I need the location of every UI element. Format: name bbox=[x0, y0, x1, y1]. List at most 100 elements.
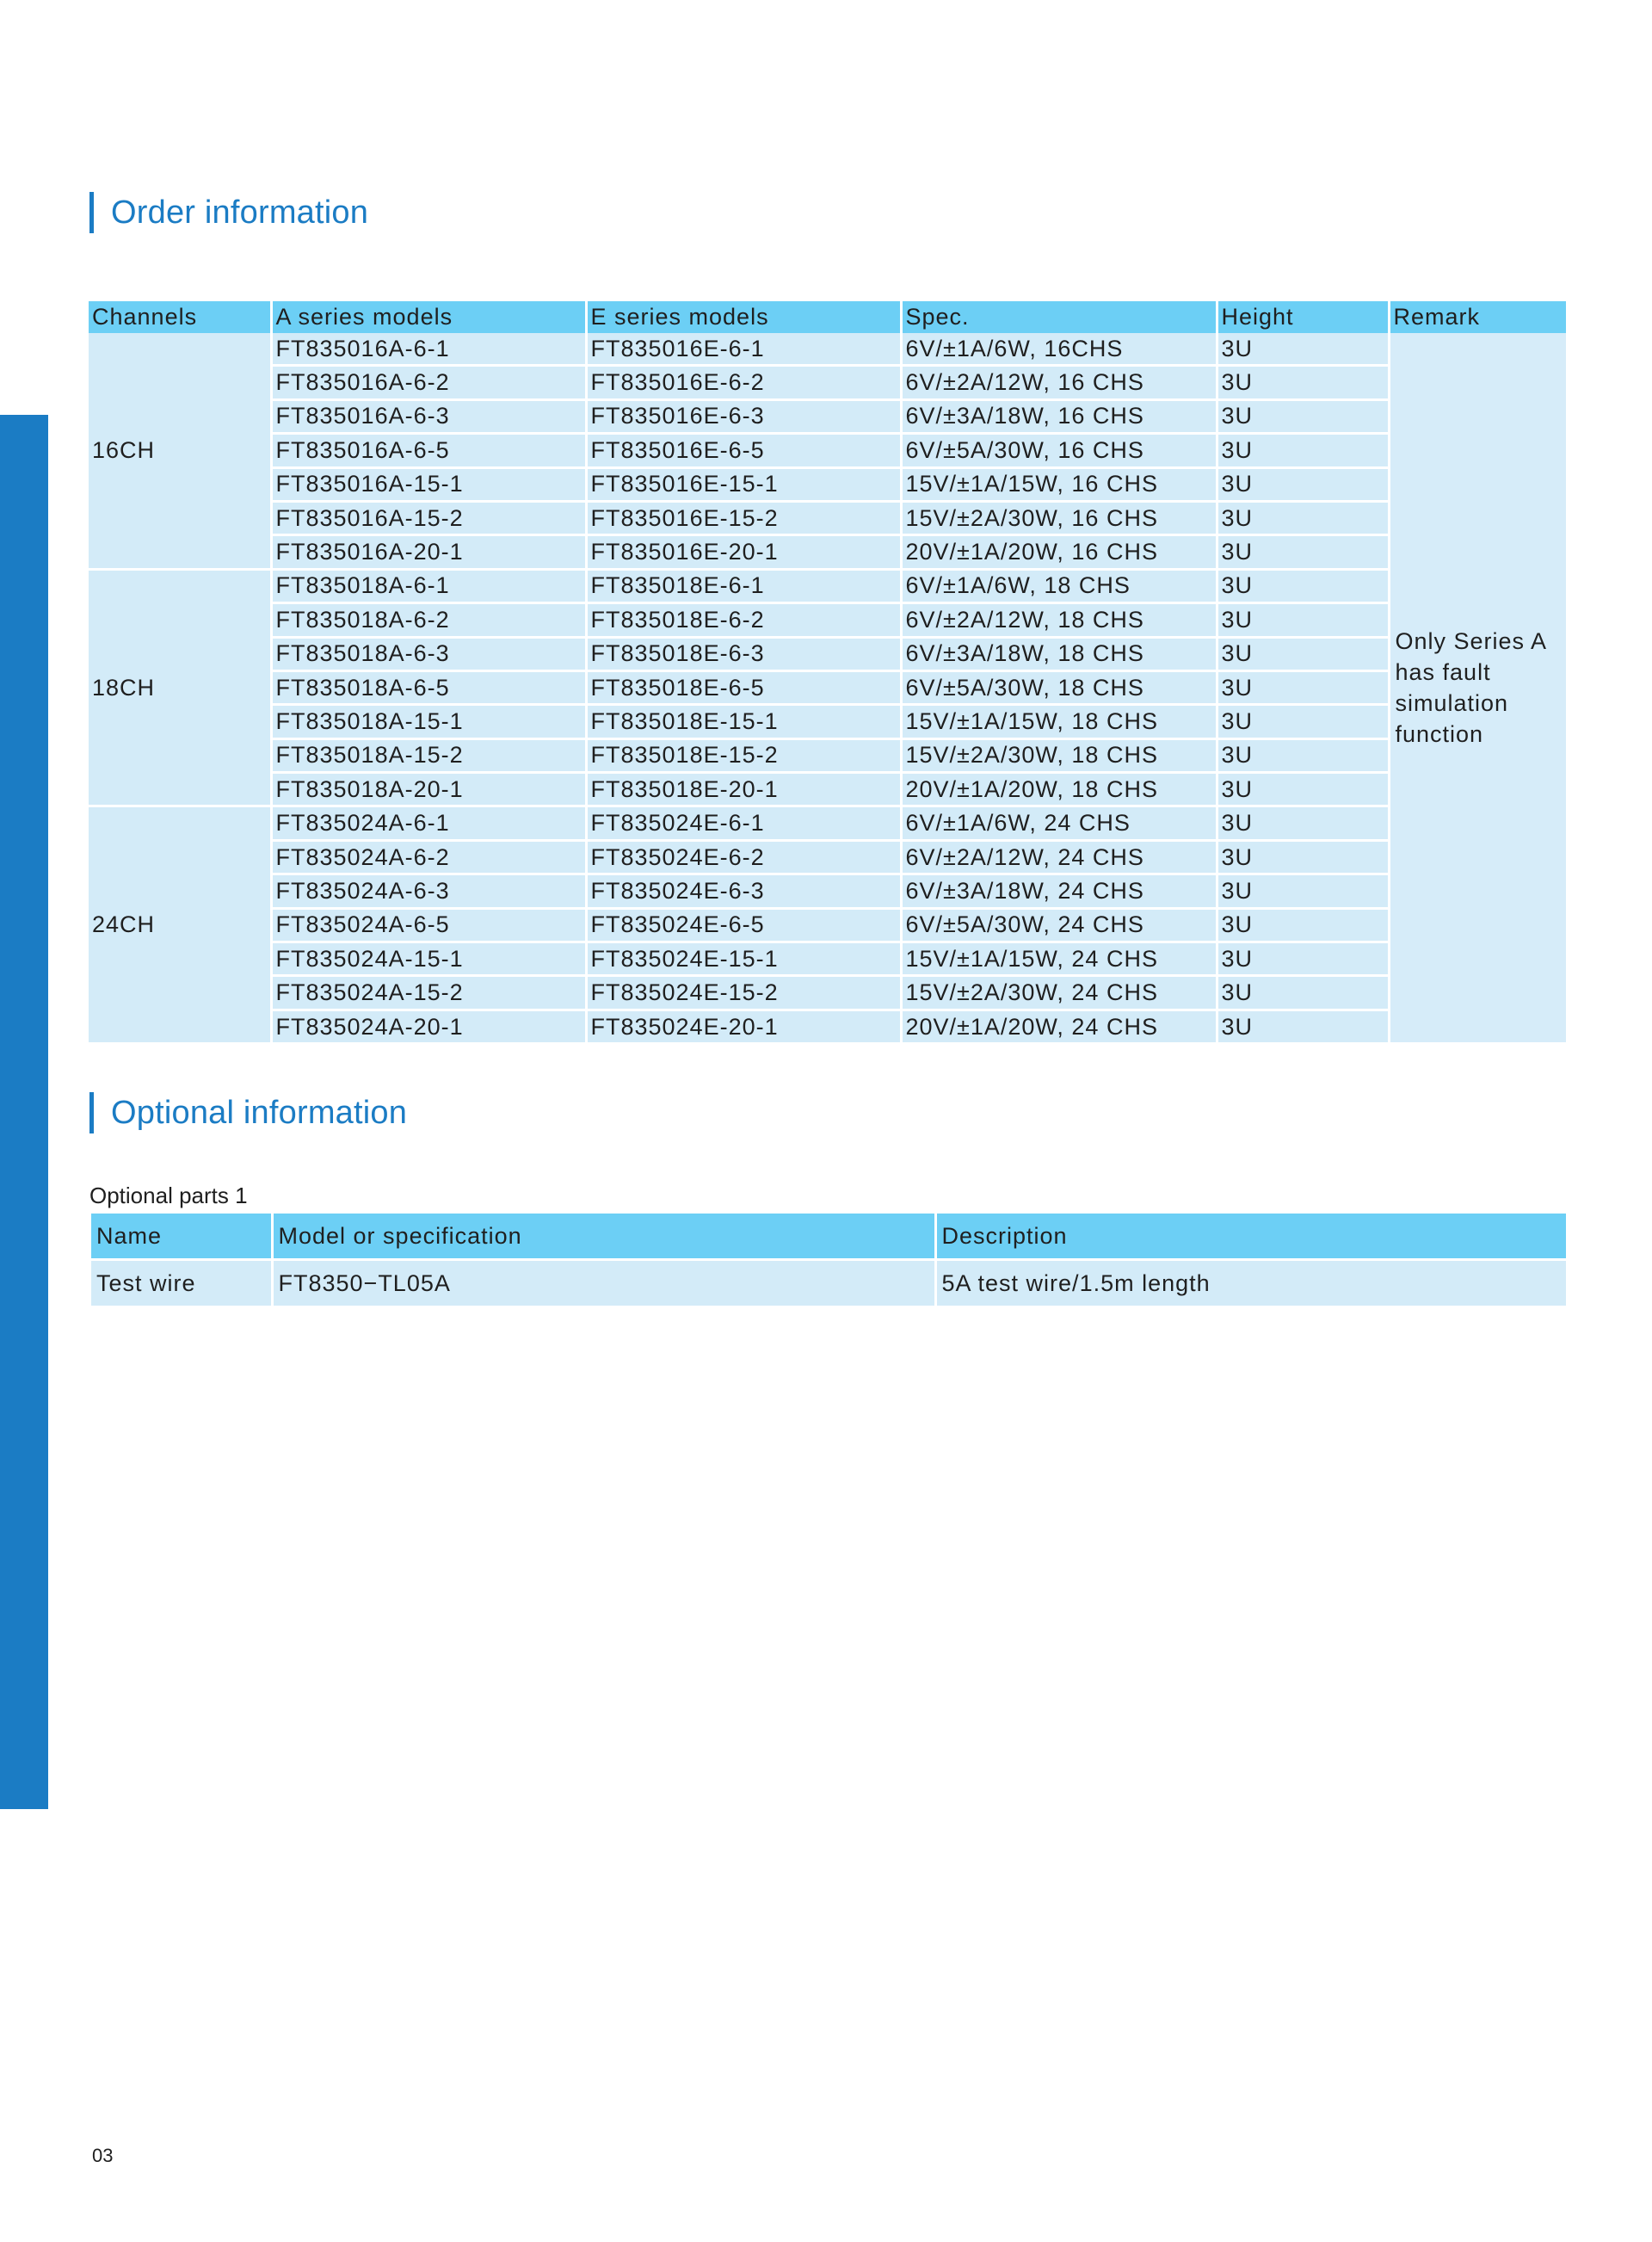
a-series-model: FT835016A-6-5 bbox=[271, 433, 588, 469]
order-section-title: Order information bbox=[111, 194, 369, 231]
e-series-model: FT835016E-6-2 bbox=[586, 365, 903, 401]
spec: 20V/±1A/20W, 24 CHS bbox=[901, 1010, 1218, 1046]
header-remark: Remark bbox=[1389, 301, 1566, 333]
a-series-model: FT835024A-6-2 bbox=[271, 840, 588, 876]
e-series-model: FT835016E-15-2 bbox=[586, 501, 903, 537]
order-section-heading: Order information bbox=[89, 191, 368, 234]
a-series-model: FT835016A-15-1 bbox=[271, 467, 588, 503]
height: 3U bbox=[1217, 637, 1390, 672]
spec: 15V/±2A/30W, 24 CHS bbox=[901, 975, 1218, 1011]
spec: 15V/±1A/15W, 24 CHS bbox=[901, 942, 1218, 978]
table-row: Test wire FT8350−TL05A 5A test wire/1.5m… bbox=[91, 1259, 1566, 1306]
heading-marker bbox=[89, 192, 94, 233]
table-row: FT835016A-6-2 FT835016E-6-2 6V/±2A/12W, 16… bbox=[89, 365, 1566, 401]
spec: 20V/±1A/20W, 16 CHS bbox=[901, 534, 1218, 571]
a-series-model: FT835018A-6-2 bbox=[271, 602, 588, 639]
order-table: Channels A series models E series models… bbox=[89, 301, 1566, 1046]
optional-parts-caption: Optional parts 1 bbox=[89, 1183, 248, 1208]
spec: 6V/±2A/12W, 16 CHS bbox=[901, 365, 1218, 401]
e-series-model: FT835024E-6-1 bbox=[586, 806, 903, 842]
channel-group-label: 24CH bbox=[89, 806, 273, 1046]
height: 3U bbox=[1217, 399, 1390, 435]
a-series-model: FT835018A-15-2 bbox=[271, 738, 588, 775]
e-series-model: FT835024E-15-2 bbox=[586, 975, 903, 1011]
e-series-model: FT835018E-6-3 bbox=[586, 637, 903, 672]
spec: 6V/±5A/30W, 16 CHS bbox=[901, 433, 1218, 469]
header-model: Model or specification bbox=[272, 1214, 937, 1261]
a-series-model: FT835018A-6-3 bbox=[271, 637, 588, 672]
e-series-model: FT835016E-15-1 bbox=[586, 467, 903, 503]
e-series-model: FT835016E-6-5 bbox=[586, 433, 903, 469]
height: 3U bbox=[1217, 704, 1390, 740]
spec: 20V/±1A/20W, 18 CHS bbox=[901, 772, 1218, 808]
table-row: FT835018A-15-1 FT835018E-15-1 15V/±1A/15W,… bbox=[89, 704, 1566, 740]
table-row: FT835024A-20-1 FT835024E-20-1 20V/±1A/20W,… bbox=[89, 1010, 1566, 1046]
table-row: FT835018A-6-3 FT835018E-6-3 6V/±3A/18W, 18… bbox=[89, 637, 1566, 672]
header-channels: Channels bbox=[89, 301, 273, 333]
a-series-model: FT835018A-6-1 bbox=[271, 569, 588, 605]
spec: 6V/±1A/6W, 24 CHS bbox=[901, 806, 1218, 842]
spec: 6V/±1A/6W, 16CHS bbox=[901, 333, 1218, 367]
height: 3U bbox=[1217, 908, 1390, 944]
table-row: FT835018A-6-2 FT835018E-6-2 6V/±2A/12W, 18… bbox=[89, 602, 1566, 639]
order-table-body: 16CH FT835016A-6-1 FT835016E-6-1 6V/±1A/6W,… bbox=[89, 333, 1566, 1046]
header-a-series: A series models bbox=[271, 301, 588, 333]
spec: 6V/±2A/12W, 24 CHS bbox=[901, 840, 1218, 876]
height: 3U bbox=[1217, 670, 1390, 707]
optional-section-heading: Optional information bbox=[89, 1091, 407, 1134]
remark-note: Only Series A has fault simulation funct… bbox=[1389, 333, 1566, 1046]
e-series-model: FT835016E-6-3 bbox=[586, 399, 903, 435]
e-series-model: FT835018E-6-2 bbox=[586, 602, 903, 639]
a-series-model: FT835024A-15-2 bbox=[271, 975, 588, 1011]
channel-group-label: 16CH bbox=[89, 333, 273, 571]
height: 3U bbox=[1217, 942, 1390, 978]
spec: 6V/±5A/30W, 24 CHS bbox=[901, 908, 1218, 944]
e-series-model: FT835024E-6-3 bbox=[586, 874, 903, 910]
height: 3U bbox=[1217, 806, 1390, 842]
a-series-model: FT835024A-20-1 bbox=[271, 1010, 588, 1046]
part-name: Test wire bbox=[91, 1259, 274, 1306]
a-series-model: FT835018A-15-1 bbox=[271, 704, 588, 740]
header-description: Description bbox=[935, 1214, 1566, 1261]
spec: 15V/±1A/15W, 16 CHS bbox=[901, 467, 1218, 503]
a-series-model: FT835024A-15-1 bbox=[271, 942, 588, 978]
header-name: Name bbox=[91, 1214, 274, 1261]
e-series-model: FT835016E-6-1 bbox=[586, 333, 903, 367]
height: 3U bbox=[1217, 534, 1390, 571]
side-accent-bar bbox=[0, 415, 48, 1809]
e-series-model: FT835024E-15-1 bbox=[586, 942, 903, 978]
header-e-series: E series models bbox=[586, 301, 903, 333]
height: 3U bbox=[1217, 874, 1390, 910]
channel-group-label: 18CH bbox=[89, 569, 273, 808]
table-row: FT835018A-6-5 FT835018E-6-5 6V/±5A/30W, 18… bbox=[89, 670, 1566, 707]
height: 3U bbox=[1217, 569, 1390, 605]
spec: 6V/±3A/18W, 24 CHS bbox=[901, 874, 1218, 910]
height: 3U bbox=[1217, 433, 1390, 469]
e-series-model: FT835024E-6-2 bbox=[586, 840, 903, 876]
spec: 6V/±5A/30W, 18 CHS bbox=[901, 670, 1218, 707]
spec: 6V/±1A/6W, 18 CHS bbox=[901, 569, 1218, 605]
spec: 6V/±2A/12W, 18 CHS bbox=[901, 602, 1218, 639]
optional-section-title: Optional information bbox=[111, 1094, 408, 1131]
table-row: 16CH FT835016A-6-1 FT835016E-6-1 6V/±1A/6W,… bbox=[89, 333, 1566, 1046]
height: 3U bbox=[1217, 975, 1390, 1011]
height: 3U bbox=[1217, 602, 1390, 639]
header-spec: Spec. bbox=[901, 301, 1218, 333]
a-series-model: FT835024A-6-5 bbox=[271, 908, 588, 944]
spec: 15V/±2A/30W, 16 CHS bbox=[901, 501, 1218, 537]
spec: 15V/±1A/15W, 18 CHS bbox=[901, 704, 1218, 740]
height: 3U bbox=[1217, 840, 1390, 876]
table-row: FT835016A-15-2 FT835016E-15-2 15V/±2A/30W,… bbox=[89, 501, 1566, 537]
table-row: FT835016A-15-1 FT835016E-15-1 15V/±1A/15W,… bbox=[89, 467, 1566, 503]
e-series-model: FT835024E-20-1 bbox=[586, 1010, 903, 1046]
spec: 15V/±2A/30W, 18 CHS bbox=[901, 738, 1218, 775]
heading-marker bbox=[89, 1092, 94, 1133]
spec: 6V/±3A/18W, 16 CHS bbox=[901, 399, 1218, 435]
page-number: 03 bbox=[92, 2145, 114, 2166]
height: 3U bbox=[1217, 738, 1390, 775]
table-row: FT835016A-6-3 FT835016E-6-3 6V/±3A/18W, 16… bbox=[89, 399, 1566, 435]
spec: 6V/±3A/18W, 18 CHS bbox=[901, 637, 1218, 672]
height: 3U bbox=[1217, 365, 1390, 401]
height: 3U bbox=[1217, 772, 1390, 808]
table-row: FT835024A-6-5 FT835024E-6-5 6V/±5A/30W, 24… bbox=[89, 908, 1566, 944]
